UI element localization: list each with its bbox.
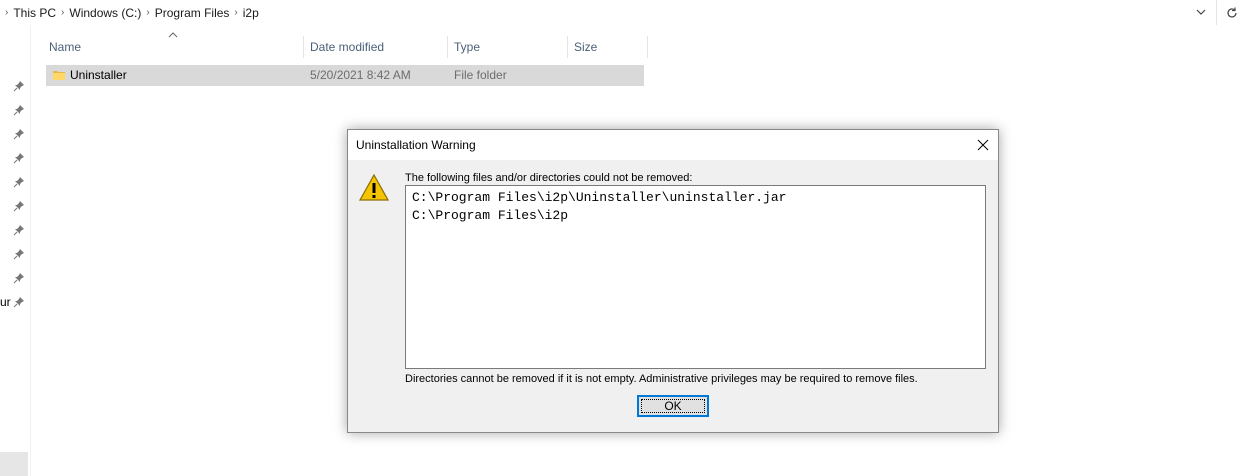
failed-file-path: C:\Program Files\i2p: [412, 208, 569, 223]
failed-file-path: C:\Program Files\i2p\Uninstaller\uninsta…: [412, 190, 787, 205]
pin-icon: [13, 201, 24, 212]
folder-icon: [53, 71, 65, 80]
dialog-note: Directories cannot be removed if it is n…: [405, 373, 918, 385]
pin-icon: [13, 225, 24, 236]
column-header-size-label: Size: [574, 40, 598, 54]
breadcrumb-windows-c[interactable]: Windows (C:): [69, 6, 141, 20]
breadcrumb-program-files[interactable]: Program Files: [155, 6, 230, 20]
refresh-button[interactable]: [1216, 0, 1246, 25]
column-header-name-label: Name: [49, 40, 82, 54]
pin-icon: [13, 297, 24, 308]
chevron-right-icon: ›: [5, 7, 9, 18]
chevron-right-icon[interactable]: ›: [56, 7, 69, 18]
column-header-size[interactable]: Size: [568, 36, 648, 58]
dialog-title: Uninstallation Warning: [356, 138, 476, 152]
row-name: Uninstaller: [70, 68, 127, 82]
column-header-name[interactable]: Name: [48, 36, 304, 58]
uninstallation-warning-dialog: Uninstallation Warning The following fil…: [347, 129, 999, 433]
close-icon: [977, 139, 989, 151]
row-date: 5/20/2021 8:42 AM: [310, 68, 411, 82]
row-type: File folder: [454, 68, 507, 82]
nav-pane-scroll-area: [0, 452, 28, 476]
table-row[interactable]: Uninstaller 5/20/2021 8:42 AM File folde…: [46, 65, 644, 86]
column-header-date-label: Date modified: [310, 40, 385, 54]
chevron-down-icon[interactable]: [1194, 5, 1208, 19]
pin-icon: [13, 177, 24, 188]
pin-icon: [13, 129, 24, 140]
ok-button[interactable]: OK: [637, 395, 709, 417]
focus-indicator: [641, 399, 705, 413]
column-header-date[interactable]: Date modified: [304, 36, 448, 58]
pin-icon: [13, 81, 24, 92]
pin-icon: [13, 273, 24, 284]
column-divider[interactable]: [647, 36, 648, 58]
nav-item-label[interactable]: ur: [0, 295, 11, 309]
breadcrumb-this-pc[interactable]: This PC: [13, 6, 56, 20]
pin-icon: [13, 153, 24, 164]
failed-files-textarea[interactable]: C:\Program Files\i2p\Uninstaller\uninsta…: [405, 185, 986, 369]
refresh-icon: [1227, 7, 1237, 18]
warning-icon: [358, 173, 390, 201]
dialog-title-bar[interactable]: Uninstallation Warning: [348, 130, 998, 160]
address-bar[interactable]: › This PC › Windows (C:) › Program Files…: [0, 0, 1214, 25]
pin-icon: [13, 249, 24, 260]
pin-icon: [13, 105, 24, 116]
breadcrumb-i2p[interactable]: i2p: [243, 6, 259, 20]
close-button[interactable]: [968, 130, 998, 160]
dialog-message: The following files and/or directories c…: [405, 172, 693, 184]
chevron-right-icon[interactable]: ›: [141, 7, 154, 18]
navigation-pane[interactable]: ur: [0, 25, 31, 476]
column-header-type-label: Type: [454, 40, 481, 54]
chevron-right-icon[interactable]: ›: [229, 7, 242, 18]
column-header-type[interactable]: Type: [448, 36, 568, 58]
